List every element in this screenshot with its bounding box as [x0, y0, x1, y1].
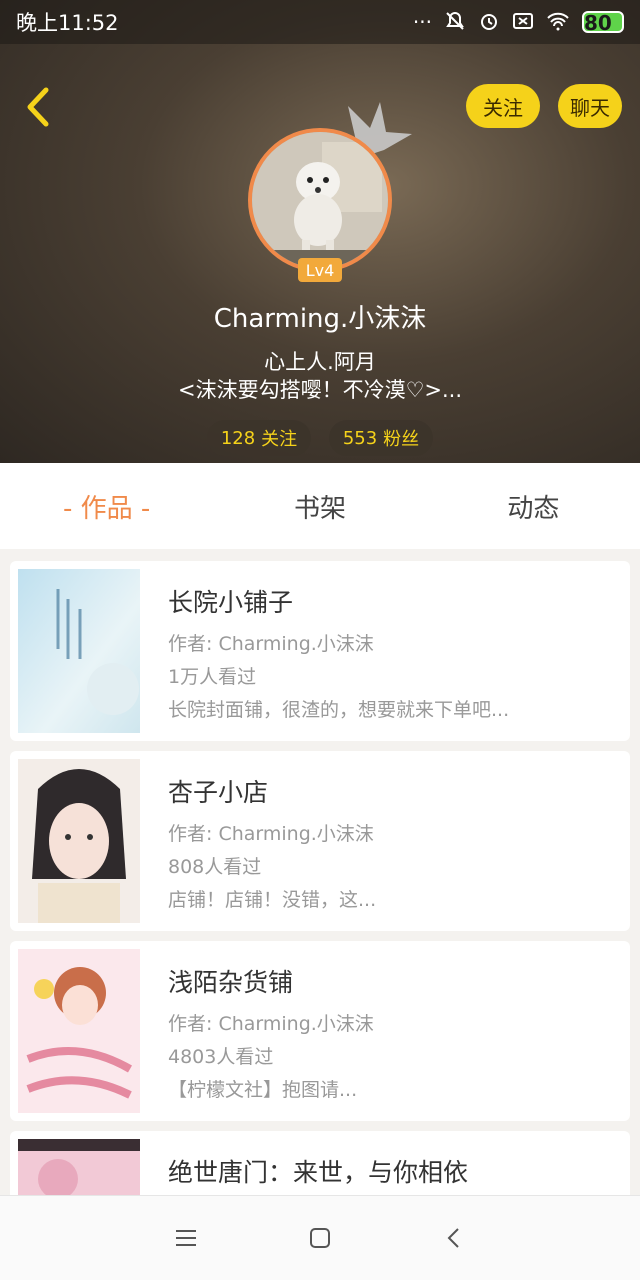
fans-count: 553: [342, 427, 378, 449]
menu-button[interactable]: [169, 1221, 203, 1255]
alarm-icon: [478, 10, 500, 35]
cover-image-icon: [18, 949, 140, 1113]
home-button[interactable]: [303, 1221, 337, 1255]
tab-activity[interactable]: 动态: [427, 488, 640, 525]
list-item[interactable]: 长院小铺子 作者: Charming.小沫沫 1万人看过 长院封面铺，很渣的，想…: [10, 561, 630, 741]
tab-bookshelf[interactable]: 书架: [213, 488, 426, 525]
avatar[interactable]: [248, 128, 392, 272]
work-views: 1万人看过: [168, 666, 257, 688]
cover-image-icon: [18, 1139, 140, 1195]
system-back-button[interactable]: [437, 1221, 471, 1255]
mute-icon: [444, 10, 466, 35]
bio-line-1: 心上人.阿月: [264, 350, 376, 374]
work-views: 808人看过: [168, 856, 262, 878]
work-views: 4803人看过: [168, 1046, 274, 1068]
system-nav-bar: [0, 1195, 640, 1280]
following-label: 关注: [261, 429, 298, 450]
work-desc: 【柠檬文社】抱图请...: [168, 1079, 358, 1101]
level-badge: Lv4: [298, 258, 342, 282]
work-title: 绝世唐门：来世，与你相依: [168, 1158, 469, 1187]
work-author: 作者: Charming.小沫沫: [168, 823, 374, 845]
chevron-left-icon: [27, 87, 49, 127]
sim-icon: [512, 10, 534, 35]
bio-line-2: <沫沫要勾搭嘤！不冷漠♡>...: [177, 378, 463, 402]
back-button[interactable]: [18, 84, 58, 130]
battery-icon: 80: [582, 11, 624, 33]
fans-stat[interactable]: 553 粉丝: [329, 420, 433, 456]
cover-image-icon: [18, 569, 140, 733]
work-title: 杏子小店: [168, 778, 269, 807]
book-cover: [18, 1139, 140, 1195]
work-title: 浅陌杂货铺: [168, 968, 294, 997]
following-stat[interactable]: 128 关注: [207, 420, 311, 456]
list-item[interactable]: 浅陌杂货铺 作者: Charming.小沫沫 4803人看过 【柠檬文社】抱图请…: [10, 941, 630, 1121]
chat-button[interactable]: 聊天: [558, 84, 622, 128]
list-item[interactable]: 杏子小店 作者: Charming.小沫沫 808人看过 店铺！店铺！没错，这.…: [10, 751, 630, 931]
dog-avatar-icon: [252, 132, 388, 268]
tab-works[interactable]: - 作品 -: [0, 488, 213, 525]
book-cover: [18, 569, 140, 733]
list-item[interactable]: 绝世唐门：来世，与你相依: [10, 1131, 630, 1195]
work-author: 作者: Charming.小沫沫: [168, 633, 374, 655]
work-desc: 店铺！店铺！没错，这...: [168, 889, 377, 911]
wifi-icon: [546, 11, 570, 34]
home-square-icon: [310, 1228, 330, 1248]
work-author: 作者: Charming.小沫沫: [168, 1013, 374, 1035]
status-time: 晚上11:52: [16, 11, 119, 35]
follow-button[interactable]: 关注: [466, 84, 540, 128]
more-dots-icon: ···: [412, 10, 432, 34]
username: Charming.小沫沫: [213, 304, 427, 334]
work-desc: 长院封面铺，很渣的，想要就来下单吧...: [168, 699, 510, 721]
status-bar: 晚上11:52 ··· 80: [0, 0, 640, 44]
back-arrow-icon: [447, 1228, 459, 1248]
book-cover: [18, 949, 140, 1113]
work-title: 长院小铺子: [168, 588, 294, 617]
fans-label: 粉丝: [383, 429, 420, 450]
works-list[interactable]: 长院小铺子 作者: Charming.小沫沫 1万人看过 长院封面铺，很渣的，想…: [0, 549, 640, 1195]
cover-image-icon: [18, 759, 140, 923]
following-count: 128: [220, 427, 256, 449]
status-icons: ··· 80: [413, 10, 624, 35]
bio: 心上人.阿月 <沫沫要勾搭嘤！不冷漠♡>...: [0, 348, 640, 404]
menu-icon: [176, 1230, 196, 1246]
book-cover: [18, 759, 140, 923]
profile-header: 晚上11:52 ··· 80 关注 聊天 Lv4 Charming.小沫沫 心上…: [0, 0, 640, 463]
tab-bar: - 作品 - 书架 动态: [0, 463, 640, 549]
